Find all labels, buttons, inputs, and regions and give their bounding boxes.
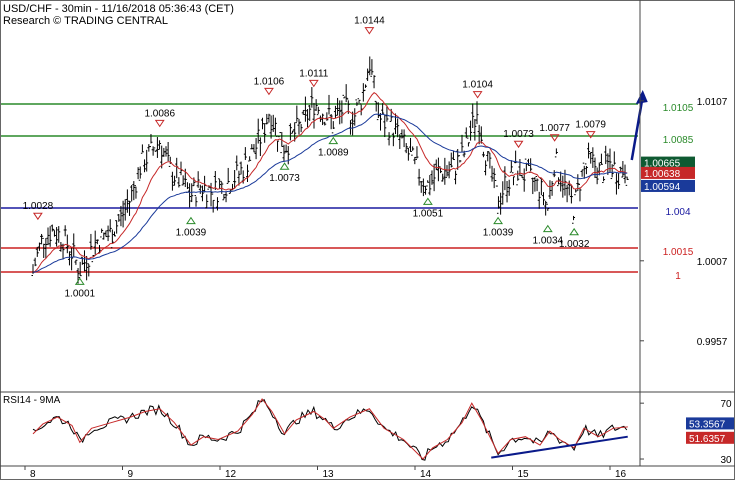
x-tick-label-1: 9 — [128, 469, 134, 480]
trough-label-5: 1.0073 — [269, 173, 300, 184]
trough-label-1: 1.0001 — [65, 288, 96, 299]
rsi-panel: 70 30 53.3567 51.6357 — [32, 398, 734, 466]
rsi-tag-label-0: 53.3567 — [689, 419, 726, 430]
peak-marker-4 — [264, 87, 274, 96]
y-tick-label-2: 0.9957 — [697, 337, 728, 348]
level-label-1: 1.0085 — [663, 135, 694, 146]
rsi-y-tick-label-0: 70 — [720, 399, 732, 410]
chart-subtitle: Research © TRADING CENTRAL — [3, 15, 168, 27]
trough-marker-3 — [186, 216, 196, 225]
trough-marker-7 — [328, 136, 339, 145]
rsi-tag-label-1: 51.6357 — [689, 434, 726, 445]
peak-marker-8 — [364, 27, 375, 35]
trough-marker-1 — [74, 277, 85, 285]
peak-label-2: 1.0086 — [144, 108, 175, 119]
rsi-y-tick-label-1: 30 — [720, 455, 732, 466]
level-label-3: 1.0015 — [663, 247, 694, 258]
peak-marker-10 — [472, 91, 483, 99]
peak-marker-6 — [308, 79, 319, 88]
trough-label-9: 1.0051 — [413, 208, 444, 219]
x-tick-label-0: 8 — [30, 469, 36, 480]
x-tick-label-5: 15 — [518, 469, 530, 480]
peak-marker-0 — [32, 212, 43, 221]
x-tick-label-3: 13 — [323, 469, 335, 480]
peak-marker-2 — [154, 119, 165, 128]
level-label-2: 1.004 — [665, 207, 690, 218]
x-tick-label-4: 14 — [420, 469, 432, 480]
x-tick-label-6: 16 — [615, 469, 627, 480]
x-tick-label-2: 12 — [225, 469, 237, 480]
forecast-arrowhead — [635, 90, 648, 104]
trough-label-15: 1.0032 — [559, 239, 590, 250]
price-tag-label-2: 1.00594 — [644, 182, 681, 193]
trough-label-3: 1.0039 — [176, 228, 207, 239]
peak-label-4: 1.0106 — [254, 76, 285, 87]
level-label-0: 1.0105 — [663, 103, 694, 114]
forex-chart: 1.0105 1.0085 1.004 1.0015 1 1.0028 1.0001 1.00… — [0, 0, 735, 480]
trough-marker-15 — [569, 227, 580, 236]
peak-label-14: 1.0077 — [539, 123, 570, 134]
trough-marker-9 — [422, 197, 433, 205]
trough-marker-5 — [279, 162, 290, 170]
peak-label-6: 1.0111 — [299, 68, 329, 79]
price-panel: 1.0105 1.0085 1.004 1.0015 1 1.0028 1.0001 1.00… — [0, 16, 728, 348]
peak-label-10: 1.0104 — [462, 80, 493, 91]
peak-label-12: 1.0073 — [503, 129, 534, 140]
peak-label-0: 1.0028 — [23, 201, 54, 212]
peak-label-16: 1.0079 — [575, 120, 606, 131]
y-tick-label-1: 1.0007 — [697, 257, 728, 268]
y-tick-label-0: 1.0107 — [697, 97, 728, 108]
trough-marker-11 — [493, 216, 504, 225]
trough-label-11: 1.0039 — [483, 228, 514, 239]
peak-label-8: 1.0144 — [354, 16, 385, 27]
level-label-4: 1 — [675, 271, 681, 282]
trough-marker-13 — [542, 224, 553, 233]
peak-marker-12 — [513, 140, 524, 149]
price-tag-label-1: 1.00638 — [644, 169, 681, 180]
rsi-title: RSI14 - 9MA — [3, 395, 61, 406]
trough-label-7: 1.0089 — [318, 148, 349, 159]
chart-title: USD/CHF - 30min - 11/16/2018 05:36:43 (C… — [3, 3, 234, 15]
